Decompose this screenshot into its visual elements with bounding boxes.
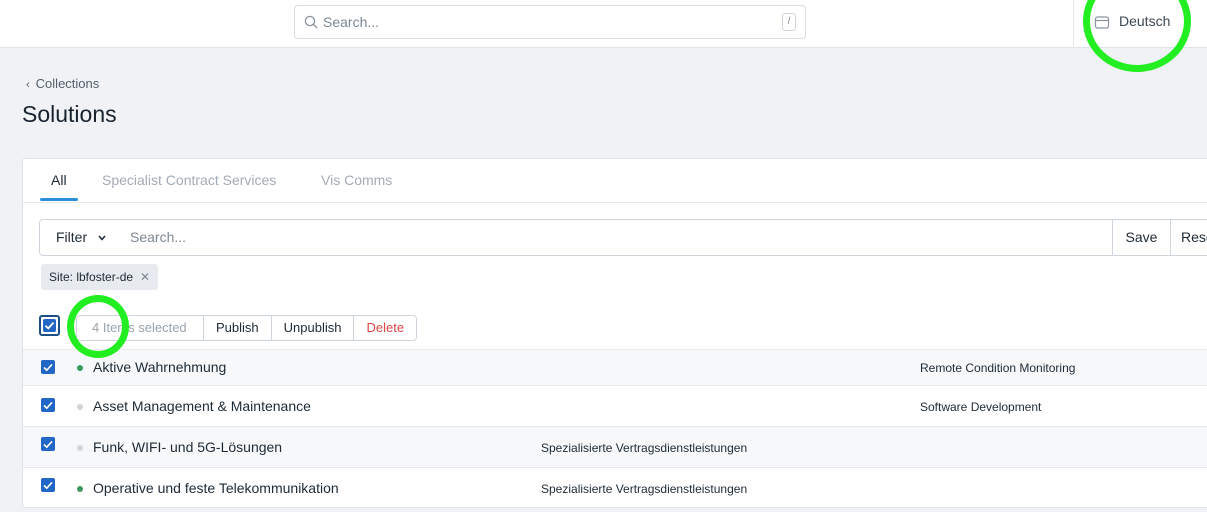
tab-specialist-contract-services[interactable]: Specialist Contract Services [102, 172, 276, 188]
row-checkbox[interactable] [41, 360, 55, 374]
table-row[interactable]: Asset Management & Maintenance Software … [23, 385, 1207, 426]
row-title[interactable]: Operative und feste Telekommunikation [93, 480, 339, 496]
row-checkbox[interactable] [41, 398, 55, 412]
chevron-down-icon [98, 235, 106, 241]
checkmark-icon [43, 401, 53, 410]
close-icon[interactable]: ✕ [140, 270, 150, 284]
published-status-dot [77, 486, 83, 492]
select-all-checkbox[interactable] [39, 315, 60, 336]
row-checkbox[interactable] [41, 478, 55, 492]
checkmark-icon [43, 363, 53, 372]
table-row[interactable]: Operative und feste Telekommunikation Sp… [23, 467, 1207, 507]
row-title[interactable]: Funk, WIFI- und 5G-Lösungen [93, 439, 282, 455]
checkmark-icon [43, 481, 53, 490]
row-category: Spezialisierte Vertragsdienstleistungen [541, 441, 748, 455]
draft-status-dot [77, 404, 83, 410]
table-row[interactable]: Aktive Wahrnehmung Remote Condition Moni… [23, 349, 1207, 385]
locale-switcher[interactable]: Deutsch [1073, 0, 1207, 48]
row-title[interactable]: Aktive Wahrnehmung [93, 359, 226, 375]
active-filter-chip: Site: lbfoster-de ✕ [41, 264, 159, 290]
filter-search-input[interactable]: Search... [121, 219, 1113, 256]
search-shortcut-badge: / [782, 13, 796, 31]
global-search-placeholder: Search... [323, 14, 380, 30]
top-bar: Search... / Deutsch [0, 0, 1207, 48]
bulk-unpublish-button[interactable]: Unpublish [272, 316, 355, 340]
published-status-dot [77, 365, 83, 371]
global-search-input[interactable]: Search... / [294, 5, 806, 39]
row-title[interactable]: Asset Management & Maintenance [93, 398, 311, 414]
filter-bar: Filter Search... Save Rese [39, 219, 1207, 256]
filter-button[interactable]: Filter [39, 219, 122, 256]
draft-status-dot [77, 445, 83, 451]
bulk-delete-button[interactable]: Delete [354, 316, 416, 340]
collection-listing-card: All Specialist Contract Services Vis Com… [22, 158, 1207, 508]
checkmark-icon [43, 440, 53, 449]
filter-chip-label: Site: lbfoster-de [49, 270, 134, 284]
row-category: Remote Condition Monitoring [920, 361, 1076, 375]
tab-all[interactable]: All [51, 172, 67, 188]
bulk-publish-button[interactable]: Publish [204, 316, 272, 340]
breadcrumb[interactable]: ‹ Collections [26, 76, 99, 91]
page-title: Solutions [22, 101, 117, 127]
checkbox-checked-fill [43, 319, 56, 332]
bulk-actions-group: 4 Items selected Publish Unpublish Delet… [76, 315, 418, 341]
filter-button-label: Filter [56, 229, 88, 245]
active-tab-indicator [40, 198, 78, 201]
chevron-left-icon: ‹ [26, 79, 30, 91]
reset-filter-button[interactable]: Rese [1170, 219, 1207, 256]
search-icon [304, 15, 318, 29]
selected-count-label: 4 Items selected [77, 316, 204, 340]
locale-label: Deutsch [1119, 13, 1171, 29]
row-category: Spezialisierte Vertragsdienstleistungen [541, 482, 748, 496]
tab-bar: All Specialist Contract Services Vis Com… [23, 159, 1207, 203]
breadcrumb-collections-link[interactable]: Collections [36, 76, 100, 91]
table-row[interactable]: Funk, WIFI- und 5G-Lösungen Spezialisier… [23, 426, 1207, 467]
row-category: Software Development [920, 400, 1042, 414]
row-checkbox[interactable] [41, 437, 55, 451]
tab-vis-comms[interactable]: Vis Comms [321, 172, 392, 188]
save-filter-button[interactable]: Save [1112, 219, 1171, 256]
checkmark-icon [44, 321, 55, 330]
globe-icon [1094, 16, 1110, 29]
